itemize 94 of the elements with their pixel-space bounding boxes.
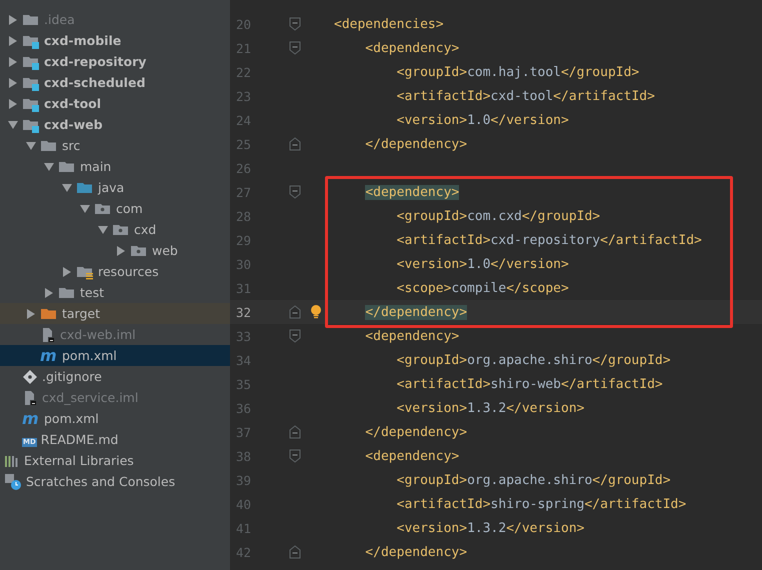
expand-arrow-icon[interactable] xyxy=(26,308,36,318)
tree-item[interactable]: cxd-repository xyxy=(0,51,230,72)
expand-arrow-icon[interactable] xyxy=(8,78,18,88)
tree-label: com xyxy=(116,201,143,216)
code-line: <version>1.0</version> xyxy=(396,256,569,272)
tree-label: cxd_service.iml xyxy=(42,390,138,405)
tree-item[interactable]: cxd-tool xyxy=(0,93,230,114)
tree-label: pom.xml xyxy=(62,348,117,363)
tree-label: cxd-web.iml xyxy=(60,327,136,342)
tree-label: web xyxy=(152,243,178,258)
code-line: <artifactId>shiro-web</artifactId> xyxy=(396,376,663,392)
tree-label: cxd-web xyxy=(44,117,103,132)
tree-label: cxd-mobile xyxy=(44,33,122,48)
expand-arrow-icon[interactable] xyxy=(44,288,54,298)
expand-arrow-icon[interactable] xyxy=(62,266,72,276)
collapse-arrow-icon[interactable] xyxy=(44,162,54,172)
expand-arrow-icon[interactable] xyxy=(8,14,18,24)
tree-label: pom.xml xyxy=(44,411,99,426)
console-clock-icon xyxy=(4,472,22,490)
fold-marker-icon[interactable] xyxy=(289,41,301,55)
tree-label: .idea xyxy=(44,12,75,27)
collapse-arrow-icon[interactable] xyxy=(8,120,18,130)
tree-label: target xyxy=(62,306,100,321)
code-line: </dependency> xyxy=(364,424,468,440)
tree-label: cxd-tool xyxy=(44,96,102,111)
tree-label: cxd xyxy=(134,222,156,237)
code-line: <artifactId>cxd-tool</artifactId> xyxy=(396,88,655,104)
tree-item[interactable]: resources xyxy=(0,261,230,282)
expand-arrow-icon[interactable] xyxy=(8,98,18,108)
tree-item[interactable]: main xyxy=(0,156,230,177)
expand-arrow-icon[interactable] xyxy=(8,56,18,66)
code-line: <dependencies> xyxy=(333,16,444,32)
code-line: <dependency> xyxy=(364,40,460,56)
file-icon xyxy=(22,390,38,406)
tree-item[interactable]: cxd-web xyxy=(0,114,230,135)
diamond-icon xyxy=(22,368,38,384)
maven-icon: m xyxy=(22,410,40,426)
tree-label: README.md xyxy=(40,432,118,447)
tree-item[interactable]: web xyxy=(0,240,230,261)
tree-item[interactable]: cxd xyxy=(0,219,230,240)
fold-marker-icon[interactable] xyxy=(289,449,301,463)
code-line: </dependency> xyxy=(364,136,468,152)
tree-item[interactable]: java xyxy=(0,177,230,198)
tree-label: cxd-scheduled xyxy=(44,75,146,90)
tree-item[interactable]: src xyxy=(0,135,230,156)
tree-item[interactable]: cxd-scheduled xyxy=(0,72,230,93)
collapse-arrow-icon[interactable] xyxy=(98,224,108,234)
code-line: <groupId>org.apache.shiro</groupId> xyxy=(396,472,671,488)
tree-item[interactable]: m pom.xml xyxy=(0,345,230,366)
code-line: <scope>compile</scope> xyxy=(396,280,569,296)
code-line: <version>1.3.2</version> xyxy=(396,520,584,536)
fold-marker-icon[interactable] xyxy=(289,425,301,439)
tree-label: Scratches and Consoles xyxy=(26,474,176,489)
tree-item[interactable]: com xyxy=(0,198,230,219)
fold-marker-icon[interactable] xyxy=(289,137,301,151)
tree-label: .gitignore xyxy=(42,369,102,384)
fold-marker-icon[interactable] xyxy=(289,185,301,199)
code-line: <artifactId>cxd-repository</artifactId> xyxy=(396,232,702,248)
tree-label: test xyxy=(80,285,104,300)
code-line: <version>1.0</version> xyxy=(396,112,569,128)
tree-label: main xyxy=(80,159,112,174)
tree-item[interactable]: Scratches and Consoles xyxy=(0,471,230,492)
fold-marker-icon[interactable] xyxy=(289,305,301,319)
fold-marker-icon[interactable] xyxy=(289,17,301,31)
lightbulb-icon[interactable] xyxy=(310,304,322,320)
tree-item[interactable]: cxd-mobile xyxy=(0,30,230,51)
code-line: <groupId>org.apache.shiro</groupId> xyxy=(396,352,671,368)
code-line: <dependency> xyxy=(364,448,460,464)
file-icon xyxy=(40,326,56,342)
tree-label: cxd-repository xyxy=(44,54,146,69)
tree-item[interactable]: target xyxy=(0,303,230,324)
tree-label: External Libraries xyxy=(24,453,134,468)
tree-item[interactable]: m pom.xml xyxy=(0,408,230,429)
line-number: 32 xyxy=(235,304,252,320)
fold-marker-icon[interactable] xyxy=(289,329,301,343)
collapse-arrow-icon[interactable] xyxy=(26,140,36,150)
maven-icon: m xyxy=(40,348,58,364)
expand-arrow-icon[interactable] xyxy=(116,246,126,256)
code-line: <dependency> xyxy=(364,328,460,344)
code-line: </dependency> xyxy=(364,544,468,560)
tree-label: resources xyxy=(98,264,159,279)
code-line: <groupId>com.cxd</groupId> xyxy=(396,208,600,224)
code-line: <version>1.3.2</version> xyxy=(396,400,584,416)
collapse-arrow-icon[interactable] xyxy=(80,204,90,214)
tree-item[interactable]: External Libraries xyxy=(0,450,230,471)
tree-label: src xyxy=(62,138,80,153)
code-line: <groupId>com.haj.tool</groupId> xyxy=(396,64,640,80)
code-line: <artifactId>shiro-spring</artifactId> xyxy=(396,496,686,512)
fold-marker-icon[interactable] xyxy=(289,545,301,559)
tree-item[interactable]: .gitignore xyxy=(0,366,230,387)
tree-item[interactable]: test xyxy=(0,282,230,303)
collapse-arrow-icon[interactable] xyxy=(62,182,72,192)
tree-label: java xyxy=(98,180,124,195)
expand-arrow-icon[interactable] xyxy=(8,36,18,46)
